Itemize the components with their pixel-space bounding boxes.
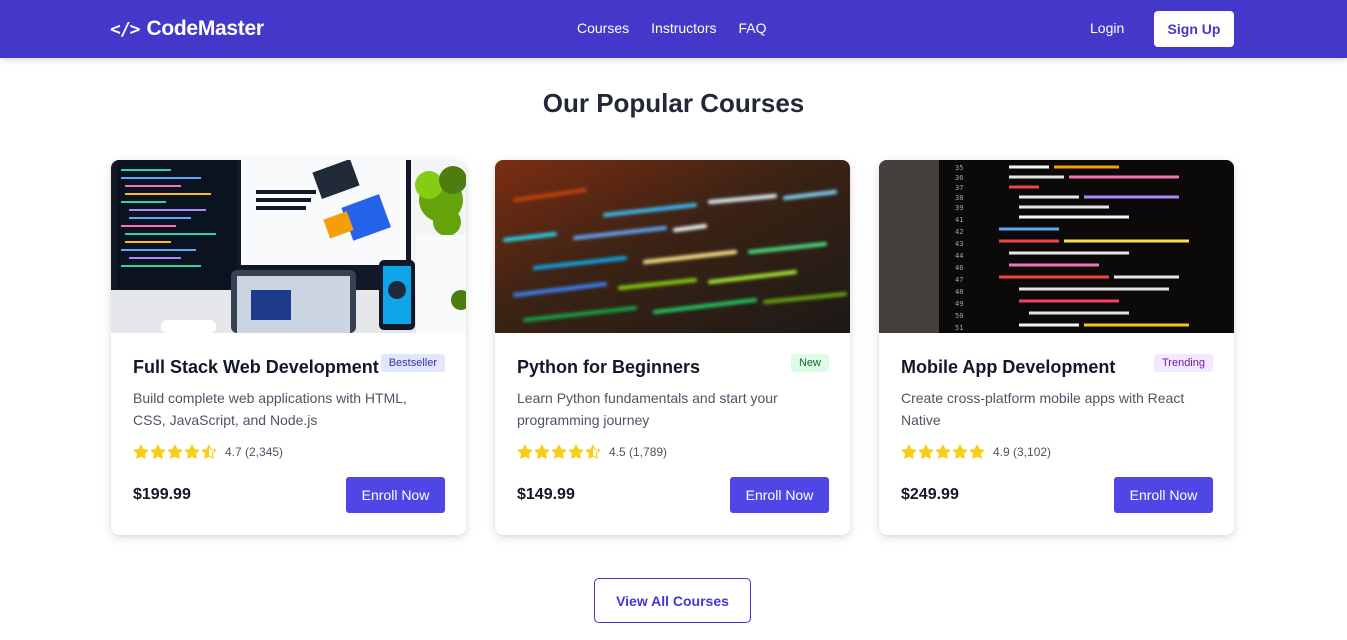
course-description: Create cross-platform mobile apps with R… [901,390,1185,428]
svg-text:35: 35 [955,164,963,172]
section-title: Our Popular Courses [542,88,805,118]
trending-badge: Trending [1153,354,1213,372]
svg-text:38: 38 [955,194,963,202]
star-rating [133,444,217,460]
star-half-icon [201,444,217,459]
course-image-desktop-workspace [111,160,466,333]
svg-text:41: 41 [955,216,963,224]
svg-text:46: 46 [955,264,963,272]
star-full-icon [952,444,968,459]
star-full-icon [969,444,985,459]
star-rating [901,444,985,460]
star-full-icon [133,444,149,459]
course-price: $249.99 [901,486,959,503]
svg-text:37: 37 [955,184,963,192]
star-half-icon [585,444,601,459]
logo[interactable]: </> CodeMaster [110,15,264,43]
main-nav: Courses Instructors FAQ [577,20,767,36]
login-link[interactable]: Login [1090,20,1124,36]
svg-text:47: 47 [955,276,963,284]
course-card: Full Stack Web Development Bestseller Bu… [111,160,466,535]
course-price: $149.99 [517,486,575,503]
nav-courses[interactable]: Courses [577,20,629,36]
course-card: Python for Beginners New Learn Python fu… [495,160,850,535]
svg-text:50: 50 [955,312,963,320]
svg-text:48: 48 [955,288,963,296]
navbar: </> CodeMaster Courses Instructors FAQ L… [0,0,1347,58]
svg-text:51: 51 [955,324,963,332]
enroll-button[interactable]: Enroll Now [730,477,829,513]
course-description: Learn Python fundamentals and start your… [517,390,778,428]
svg-text:42: 42 [955,228,963,236]
enroll-button[interactable]: Enroll Now [1114,477,1213,513]
svg-text:36: 36 [955,174,963,182]
course-rating: 4.5 (1,789) [517,444,667,460]
rating-text: 4.9 (3,102) [993,445,1052,459]
course-price: $199.99 [133,486,191,503]
svg-text:39: 39 [955,204,963,212]
rating-text: 4.5 (1,789) [609,445,668,459]
nav-faq[interactable]: FAQ [739,20,767,36]
star-full-icon [551,444,567,459]
svg-text:43: 43 [955,240,963,248]
course-rating: 4.9 (3,102) [901,444,1051,460]
bestseller-badge: Bestseller [380,354,445,372]
rating-text: 4.7 (2,345) [225,445,284,459]
course-title: Mobile App Development [901,357,1116,377]
star-full-icon [184,444,200,459]
course-image-blurred-code [495,160,850,333]
svg-text:44: 44 [955,252,963,260]
course-title: Python for Beginners [517,357,701,377]
star-full-icon [517,444,533,459]
logo-text: CodeMaster [146,17,265,40]
star-full-icon [901,444,917,459]
code-icon: </> [110,18,140,40]
course-description: Build complete web applications with HTM… [133,390,407,428]
new-badge: New [790,354,829,372]
star-full-icon [568,444,584,459]
star-full-icon [918,444,934,459]
star-full-icon [935,444,951,459]
view-all-courses-button[interactable]: View All Courses [594,578,751,623]
course-title: Full Stack Web Development [133,357,379,377]
nav-instructors[interactable]: Instructors [651,20,716,36]
star-full-icon [150,444,166,459]
svg-text:49: 49 [955,300,963,308]
signup-button[interactable]: Sign Up [1154,11,1234,47]
course-rating: 4.7 (2,345) [133,444,283,460]
enroll-button[interactable]: Enroll Now [346,477,445,513]
course-image-code-editor: 35 36 37 38 39 41 42 43 44 46 47 48 49 50 51 [879,160,1234,333]
star-full-icon [167,444,183,459]
course-card: 35 36 37 38 39 41 42 43 44 46 47 48 49 50 51 [879,160,1234,535]
star-full-icon [534,444,550,459]
star-rating [517,444,601,460]
